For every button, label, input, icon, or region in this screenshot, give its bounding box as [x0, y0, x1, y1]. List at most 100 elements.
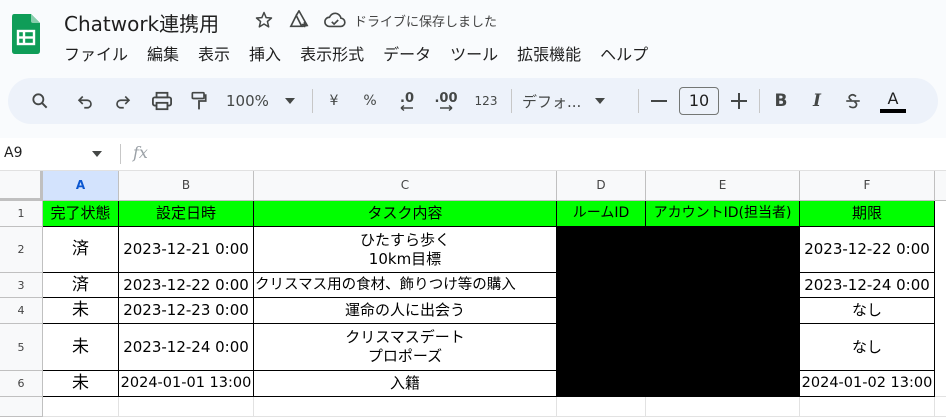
row-header-1[interactable]: 1: [0, 201, 43, 227]
number-format-button[interactable]: 123: [471, 86, 501, 116]
menu-data[interactable]: データ: [383, 41, 431, 65]
menu-edit[interactable]: 編集: [147, 41, 179, 65]
document-title[interactable]: Chatwork連携用: [64, 8, 219, 37]
task-cell[interactable]: クリスマス用の食材、飾りつけ等の購入: [254, 273, 557, 298]
strikethrough-icon[interactable]: [842, 86, 864, 116]
column-header-a[interactable]: A: [43, 171, 119, 201]
font-size-field[interactable]: 10: [679, 86, 719, 116]
status-cell[interactable]: 未: [43, 298, 119, 324]
deadline-cell[interactable]: 2024-01-02 13:00: [800, 371, 935, 397]
toolbar-divider: [638, 89, 639, 113]
text-color-label: A: [887, 88, 899, 108]
deadline-cell[interactable]: 2023-12-24 0:00: [800, 273, 935, 298]
italic-label: I: [813, 91, 821, 111]
redacted-id-block: [557, 227, 800, 397]
star-icon[interactable]: [254, 10, 274, 30]
row-header-5[interactable]: 5: [0, 324, 43, 371]
decrease-font-size-icon[interactable]: [649, 86, 669, 116]
zoom-select[interactable]: 100%: [226, 86, 302, 116]
percent-label: %: [363, 93, 377, 109]
percent-format-button[interactable]: %: [359, 86, 381, 116]
datetime-cell[interactable]: 2023-12-22 0:00: [119, 273, 254, 298]
italic-button[interactable]: I: [806, 86, 828, 116]
column-header-f[interactable]: F: [800, 171, 935, 201]
task-cell[interactable]: 入籍: [254, 371, 557, 397]
save-status: ドライブに保存しました: [354, 14, 498, 30]
deadline-cell[interactable]: 2023-12-22 0:00: [800, 227, 935, 273]
menu-view[interactable]: 表示: [198, 41, 230, 65]
toolbar-divider: [759, 89, 760, 113]
print-icon[interactable]: [150, 86, 174, 116]
font-size-value: 10: [679, 87, 719, 115]
empty-cell[interactable]: [800, 397, 935, 417]
redo-icon[interactable]: [112, 86, 134, 116]
increase-font-size-icon[interactable]: [729, 86, 749, 116]
empty-cell[interactable]: [646, 397, 800, 417]
bold-label: B: [774, 91, 788, 111]
task-cell[interactable]: クリスマスデート プロポーズ: [254, 324, 557, 371]
arrow-left-icon: [400, 104, 413, 111]
text-color-swatch: [880, 108, 906, 113]
datetime-cell[interactable]: 2023-12-23 0:00: [119, 298, 254, 324]
select-all-corner[interactable]: [0, 171, 43, 201]
menu-format[interactable]: 表示形式: [300, 41, 364, 65]
column-header-e[interactable]: E: [646, 171, 800, 201]
datetime-cell[interactable]: 2023-12-21 0:00: [119, 227, 254, 273]
row-header-6[interactable]: 6: [0, 371, 43, 397]
search-icon[interactable]: [28, 86, 52, 116]
deadline-cell[interactable]: なし: [800, 324, 935, 371]
menu-bar: ファイル 編集 表示 挿入 表示形式 データ ツール 拡張機能 ヘルプ: [64, 41, 667, 65]
menu-file[interactable]: ファイル: [64, 41, 128, 65]
menu-insert[interactable]: 挿入: [249, 41, 281, 65]
status-cell[interactable]: 未: [43, 324, 119, 371]
table-header-cell[interactable]: アカウントID(担当者): [646, 201, 800, 227]
bold-button[interactable]: B: [770, 86, 792, 116]
menu-extensions[interactable]: 拡張機能: [517, 41, 581, 65]
column-header-b[interactable]: B: [119, 171, 254, 201]
empty-cell[interactable]: [254, 397, 557, 417]
column-header-c[interactable]: C: [254, 171, 557, 201]
table-header-cell[interactable]: 完了状態: [43, 201, 119, 227]
empty-cell[interactable]: [43, 397, 119, 417]
datetime-cell[interactable]: 2024-01-01 13:00: [119, 371, 254, 397]
move-to-folder-icon[interactable]: [288, 10, 310, 30]
column-header-g[interactable]: [935, 171, 946, 201]
empty-cell[interactable]: [935, 201, 946, 397]
name-box[interactable]: A9: [4, 145, 22, 161]
menu-help[interactable]: ヘルプ: [600, 41, 648, 65]
row-header-2[interactable]: 2: [0, 227, 43, 273]
table-header-cell[interactable]: タスク内容: [254, 201, 557, 227]
deadline-cell[interactable]: なし: [800, 298, 935, 324]
chevron-down-icon[interactable]: [92, 151, 102, 157]
row-header-4[interactable]: 4: [0, 298, 43, 324]
cloud-saved-icon[interactable]: [324, 11, 346, 29]
decrease-decimal-label: .0: [400, 90, 414, 106]
task-cell[interactable]: 運命の人に出会う: [254, 298, 557, 324]
datetime-cell[interactable]: 2023-12-24 0:00: [119, 324, 254, 371]
currency-format-button[interactable]: ¥: [323, 86, 345, 116]
column-header-d[interactable]: D: [557, 171, 646, 201]
menu-tools[interactable]: ツール: [450, 41, 498, 65]
increase-decimal-button[interactable]: .00: [431, 86, 461, 116]
undo-icon[interactable]: [74, 86, 96, 116]
status-cell[interactable]: 未: [43, 371, 119, 397]
empty-cell[interactable]: [935, 397, 946, 417]
row-header-3[interactable]: 3: [0, 273, 43, 298]
text-color-button[interactable]: A: [878, 86, 908, 116]
zoom-value: 100%: [226, 92, 269, 110]
status-cell[interactable]: 済: [43, 273, 119, 298]
empty-cell[interactable]: [557, 397, 646, 417]
number-format-label: 123: [474, 94, 498, 108]
table-header-cell[interactable]: 期限: [800, 201, 935, 227]
arrow-right-icon: [440, 104, 453, 111]
font-select[interactable]: デフォ...: [522, 86, 628, 116]
empty-cell[interactable]: [119, 397, 254, 417]
decrease-decimal-button[interactable]: .0: [393, 86, 421, 116]
paint-format-icon[interactable]: [188, 86, 210, 116]
sheets-logo-icon[interactable]: [12, 14, 40, 54]
table-header-cell[interactable]: ルームID: [557, 201, 646, 227]
status-cell[interactable]: 済: [43, 227, 119, 273]
task-cell[interactable]: ひたすら歩く 10km目標: [254, 227, 557, 273]
row-header-7[interactable]: [0, 397, 43, 417]
table-header-cell[interactable]: 設定日時: [119, 201, 254, 227]
